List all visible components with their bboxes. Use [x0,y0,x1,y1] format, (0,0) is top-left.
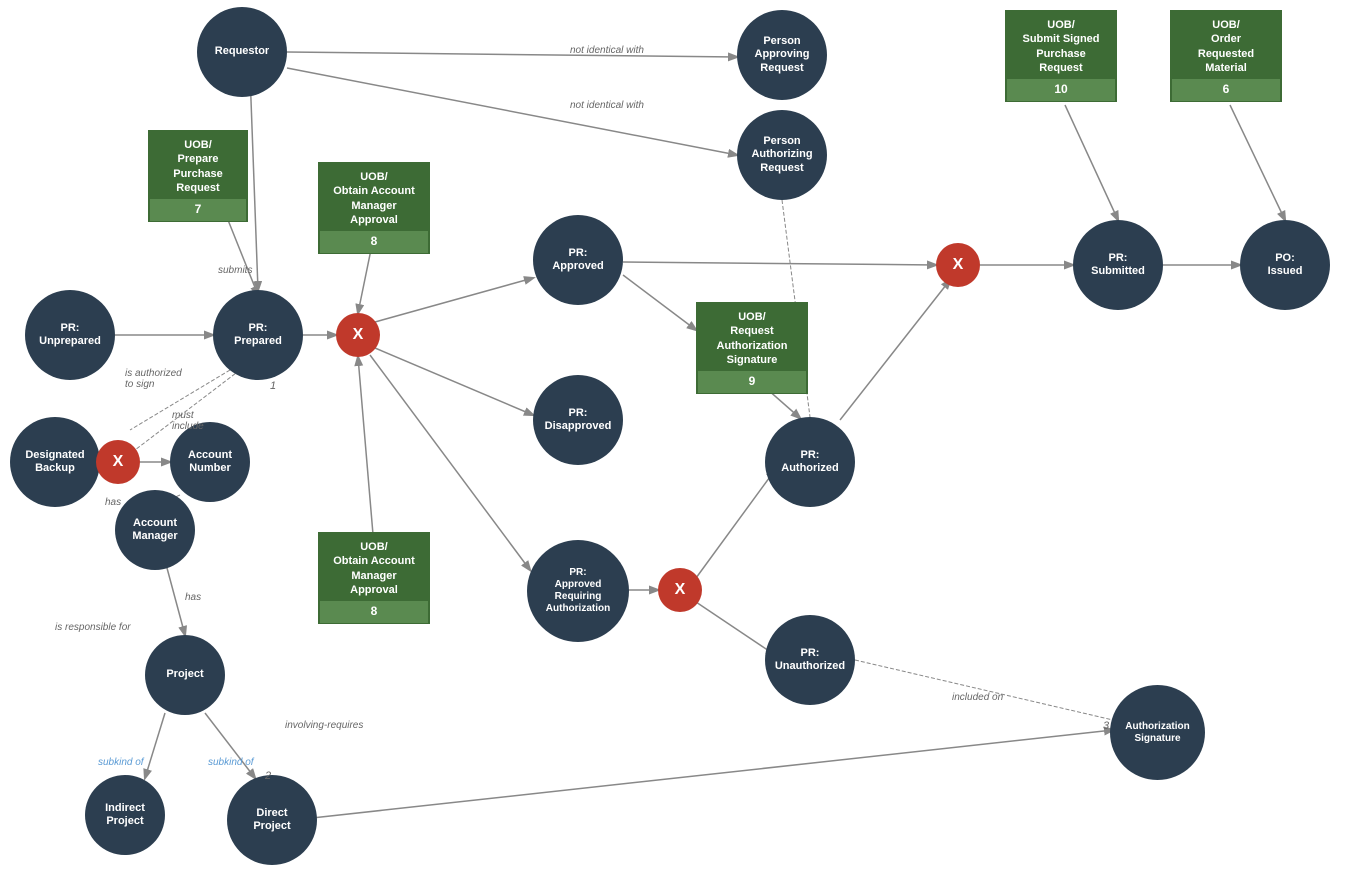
box-obtain-am-approval-2: UOB/ Obtain Account Manager Approval 8 [318,532,430,624]
node-project: Project [145,635,225,715]
label-not-identical-2: not identical with [570,100,644,111]
node-direct-project: Direct Project [227,775,317,865]
xnode-4: X [936,243,980,287]
xnode-1: X [336,313,380,357]
xnode-2: X [96,440,140,484]
box-submit-signed-pr: UOB/ Submit Signed Purchase Request 10 [1005,10,1117,102]
node-requestor: Requestor [197,7,287,97]
node-pr-approved-requiring-auth: PR: Approved Requiring Authorization [527,540,629,642]
label-num-3: 3 [1103,720,1109,732]
node-pr-unauthorized: PR: Unauthorized [765,615,855,705]
node-pr-submitted: PR: Submitted [1073,220,1163,310]
label-authorized-to-sign: is authorized to sign [125,368,182,390]
box-request-auth-sig: UOB/ Request Authorization Signature 9 [696,302,808,394]
label-has-1: has [105,497,121,508]
box-prepare-pr: UOB/ Prepare Purchase Request 7 [148,130,248,222]
label-num-1: 1 [270,380,276,392]
node-pr-unprepared: PR: Unprepared [25,290,115,380]
node-designated-backup: Designated Backup [10,417,100,507]
node-person-approving: Person Approving Request [737,10,827,100]
node-pr-approved: PR: Approved [533,215,623,305]
label-must-include: must include [172,410,204,432]
diagram-canvas: Requestor Person Approving Request Perso… [0,0,1368,889]
label-responsible-for: is responsible for [55,622,131,633]
label-subkind-1: subkind of [98,757,144,768]
label-num-2: 2 [265,770,271,782]
label-has-2: has [185,592,201,603]
label-submits: submits [218,265,252,276]
label-included-on: included on [952,692,1003,703]
label-subkind-2: subkind of [208,757,254,768]
node-pr-authorized: PR: Authorized [765,417,855,507]
node-person-authorizing: Person Authorizing Request [737,110,827,200]
node-account-number: Account Number [170,422,250,502]
xnode-3: X [658,568,702,612]
node-pr-disapproved: PR: Disapproved [533,375,623,465]
node-authorization-signature: Authorization Signature [1110,685,1205,780]
node-pr-prepared: PR: Prepared [213,290,303,380]
box-order-requested-material: UOB/ Order Requested Material 6 [1170,10,1282,102]
box-obtain-am-approval-1: UOB/ Obtain Account Manager Approval 8 [318,162,430,254]
node-po-issued: PO: Issued [1240,220,1330,310]
node-account-manager: Account Manager [115,490,195,570]
label-not-identical-1: not identical with [570,45,644,56]
label-involving-requires: involving-requires [285,720,363,731]
node-indirect-project: Indirect Project [85,775,165,855]
